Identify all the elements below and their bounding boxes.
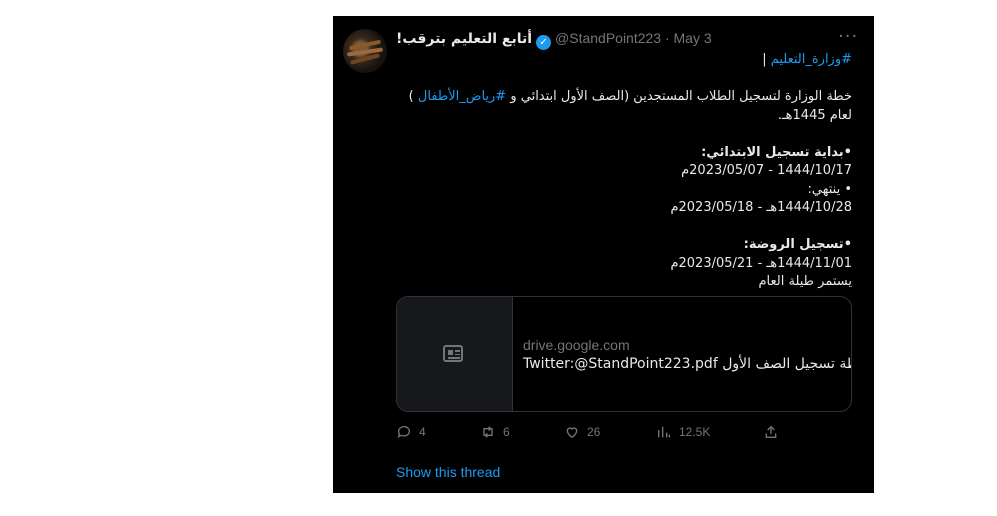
- show-thread-link[interactable]: Show this thread: [396, 464, 500, 480]
- text-line: يستمر طيلة العام: [758, 274, 853, 289]
- hashtag-link[interactable]: #رياض_الأطفال: [418, 89, 506, 104]
- display-name[interactable]: أتابع التعليم بترقب!: [396, 31, 532, 47]
- reply-count: 4: [419, 425, 426, 439]
- views-count: 12.5K: [679, 425, 711, 439]
- action-bar: 4 6 26 12.5K: [396, 424, 816, 444]
- text-line: 1444/10/17 - 2023/05/07م: [681, 163, 852, 178]
- handle-date[interactable]: @StandPoint223 · May 3: [555, 30, 712, 46]
- heart-icon: [566, 427, 578, 439]
- text-line: لعام 1445هـ.: [777, 107, 852, 123]
- text-line: •تسجيل الروضة:: [743, 237, 852, 252]
- retweet-button[interactable]: 6: [480, 424, 510, 440]
- avatar[interactable]: [343, 29, 387, 73]
- link-domain: drive.google.com: [523, 337, 630, 353]
- retweet-count: 6: [503, 425, 510, 439]
- reply-icon: [397, 426, 410, 438]
- link-card[interactable]: drive.google.com خطة تسجيل الصف الأول Tw…: [396, 296, 852, 412]
- hashtag-link[interactable]: #وزارة_التعليم: [771, 52, 852, 67]
- more-options-icon[interactable]: ···: [838, 26, 858, 47]
- link-card-thumbnail: [397, 297, 513, 411]
- text-line: 1444/10/28هـ - 2023/05/18م: [670, 200, 852, 215]
- views-button[interactable]: 12.5K: [656, 424, 710, 440]
- share-icon: [765, 425, 777, 438]
- like-button[interactable]: 26: [564, 424, 600, 440]
- article-icon: [443, 345, 463, 362]
- retweet-icon: [483, 426, 493, 438]
- text-line: ): [408, 89, 418, 104]
- text-line: • ينتهي:: [807, 181, 852, 197]
- tweet-card[interactable]: أتابع التعليم بترقب! ✓ @StandPoint223 · Ma…: [333, 16, 874, 493]
- tweet-text: #وزارة_التعليم | خطة الوزارة لتسجيل الطل…: [391, 51, 852, 292]
- reply-button[interactable]: 4: [396, 424, 426, 440]
- like-count: 26: [587, 425, 601, 439]
- views-icon: [658, 426, 670, 438]
- tweet-header: أتابع التعليم بترقب! ✓ @StandPoint223 · Ma…: [396, 30, 712, 50]
- verified-icon: ✓: [536, 35, 552, 50]
- text-line: 1444/11/01هـ - 2023/05/21م: [670, 255, 852, 271]
- text-line: •بداية تسجيل الابتدائي:: [701, 144, 852, 160]
- text-line: |: [762, 52, 771, 67]
- share-button[interactable]: [763, 424, 779, 440]
- text-line: خطة الوزارة لتسجيل الطلاب المستجدين (الص…: [506, 89, 852, 104]
- link-title: خطة تسجيل الصف الأول Twitter:@StandPoint…: [523, 356, 851, 372]
